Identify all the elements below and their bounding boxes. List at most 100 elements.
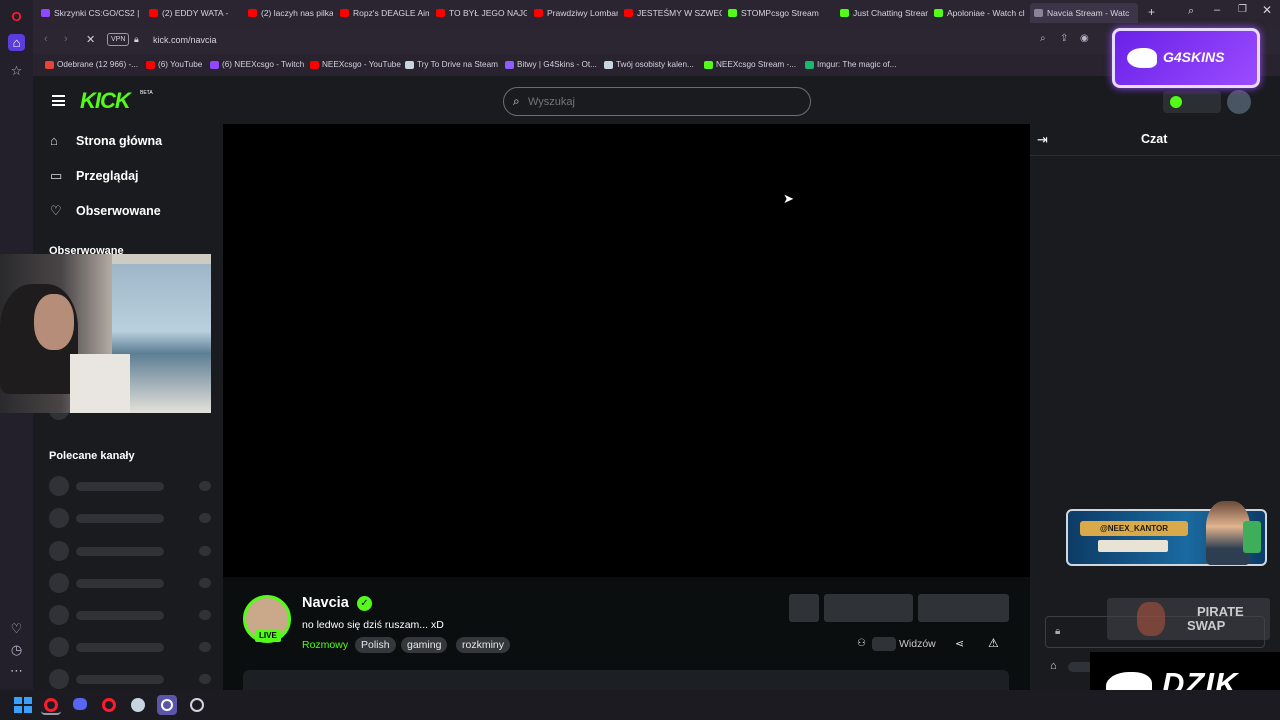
minimize-icon[interactable]: – (1214, 4, 1220, 16)
collapse-chat-icon[interactable]: ⇥ (1037, 132, 1048, 148)
tab[interactable]: (2) laczyh nas pilka - Y (244, 3, 333, 23)
zoom-icon[interactable]: ⌕ (1040, 33, 1046, 44)
wallet-pill[interactable] (1163, 91, 1221, 113)
tab[interactable]: Ropz's DEAGLE Aim in (336, 3, 429, 23)
new-tab-icon[interactable]: + (1148, 5, 1155, 19)
share-icon[interactable]: ⇪ (1060, 33, 1068, 44)
cash-icon (1243, 521, 1261, 553)
opera-taskbar-icon[interactable] (99, 695, 119, 715)
bed (70, 354, 130, 413)
nav-home[interactable]: ⌂ Strona główna (50, 133, 162, 148)
tab-label: Apoloniae - Watch cli (947, 8, 1025, 18)
tab-label: Just Chatting Stream (853, 8, 928, 18)
search-tabs-icon[interactable]: ⌕ (1188, 5, 1194, 18)
list-item[interactable] (49, 541, 211, 561)
tab[interactable]: Skrzynki CS:GO/CS2 | (37, 3, 145, 23)
more-icon[interactable]: ⋯ (8, 662, 25, 679)
tab[interactable]: STOMPcsgo Stream - (724, 3, 821, 23)
url-field[interactable]: kick.com/navcia (153, 35, 217, 45)
bookmark-favicon-icon (45, 61, 54, 69)
bookmark-favicon-icon (704, 61, 713, 69)
bookmark-favicon-icon (405, 61, 414, 69)
steam-taskbar-icon[interactable] (128, 695, 148, 715)
avatar[interactable] (1227, 90, 1251, 114)
camera-icon[interactable]: ◉ (1080, 33, 1089, 44)
forward-icon[interactable]: › (64, 33, 68, 45)
tab[interactable]: (2) EDDY WATA - (145, 3, 242, 23)
menu-icon[interactable] (52, 95, 65, 106)
bookmark-item[interactable]: Try To Drive na Steam (405, 60, 498, 69)
bookmark-item[interactable]: Odebrane (12 966) -... (45, 60, 138, 69)
opera-logo-icon[interactable]: O (8, 8, 25, 25)
home-icon: ⌂ (50, 133, 58, 148)
bookmark-item[interactable]: (6) YouTube (146, 60, 202, 69)
close-icon[interactable]: ✕ (1262, 3, 1272, 17)
maximize-icon[interactable]: ❐ (1238, 4, 1247, 15)
bookmark-label: (6) YouTube (158, 60, 203, 69)
recommended-heading: Polecane kanały (49, 450, 135, 462)
share-icon[interactable]: ⋖ (955, 637, 964, 650)
tab[interactable]: Prawdziwy Lombard - (530, 3, 618, 23)
video-player[interactable] (223, 124, 1030, 577)
tab[interactable]: Navcia Stream - Watc (1030, 3, 1138, 23)
discord-taskbar-icon[interactable] (70, 695, 90, 715)
skeleton-button[interactable] (789, 594, 819, 622)
bookmark-item[interactable]: Imgur: The magic of... (805, 60, 896, 69)
bookmark-item[interactable]: (6) NEEXcsgo - Twitch (210, 60, 304, 69)
bookmark-item[interactable]: NEEXcsgo Stream -... (704, 60, 796, 69)
search-input[interactable] (528, 93, 798, 110)
store-icon[interactable]: ⌂ (1050, 660, 1057, 672)
tab[interactable]: Apoloniae - Watch cli (930, 3, 1025, 23)
report-icon[interactable]: ⚠ (988, 636, 999, 650)
nav-following[interactable]: ♡ Obserwowane (50, 203, 161, 218)
tag-polish[interactable]: Polish (355, 637, 396, 653)
app-taskbar-icon[interactable] (187, 695, 207, 715)
bookmark-favicon-icon (146, 61, 155, 69)
list-item[interactable] (49, 508, 211, 528)
tab[interactable]: JESTEŚMY W SZWECJ (620, 3, 722, 23)
ea-taskbar-icon[interactable] (157, 695, 177, 715)
tab[interactable]: TO BYŁ JEGO NAJGOR (432, 3, 527, 23)
vpn-badge[interactable]: VPN (107, 33, 130, 46)
bookmark-label: Twój osobisty kalen... (616, 60, 694, 69)
windows-start-icon[interactable] (12, 695, 32, 715)
home-icon[interactable]: ⌂ (8, 34, 25, 51)
history-icon[interactable]: ◷ (8, 641, 25, 658)
tab[interactable]: Just Chatting Stream (836, 3, 928, 23)
tag-gaming[interactable]: gaming (401, 637, 448, 653)
bookmark-item[interactable]: Twój osobisty kalen... (604, 60, 694, 69)
live-badge: LIVE (255, 630, 281, 642)
bookmark-item[interactable]: Bitwy | G4Skins - Ot... (505, 60, 597, 69)
opera-gx-taskbar-icon[interactable] (41, 695, 61, 715)
list-item[interactable] (49, 669, 211, 689)
tab-favicon-icon (41, 9, 50, 17)
tag-rozkminy[interactable]: rozkminy (456, 637, 511, 653)
nav-browse[interactable]: ▭ Przeglądaj (50, 168, 139, 183)
star-icon[interactable]: ☆ (8, 62, 25, 79)
webcam-overlay (0, 254, 211, 413)
list-item[interactable] (49, 637, 211, 657)
search-box[interactable]: ⌕ (503, 87, 811, 116)
kick-logo[interactable]: KICK (80, 88, 131, 114)
streamer-face (34, 294, 74, 350)
list-item[interactable] (49, 573, 211, 593)
streamer-name[interactable]: Navcia (302, 595, 349, 611)
skeleton-button[interactable] (824, 594, 913, 622)
list-item[interactable] (49, 605, 211, 625)
tab-label: Ropz's DEAGLE Aim in (353, 8, 429, 18)
pirateswap-top: PIRATE (1197, 604, 1244, 619)
nav-following-label: Obserwowane (76, 204, 161, 218)
kick-coin-icon (1170, 96, 1182, 108)
pirateswap-overlay: PIRATE SWAP (1107, 598, 1270, 640)
chat-divider (1030, 155, 1280, 156)
back-icon[interactable]: ‹ (44, 33, 48, 45)
list-item[interactable] (49, 476, 211, 496)
category-link[interactable]: Rozmowy (302, 639, 348, 651)
tab-label: TO BYŁ JEGO NAJGOR (449, 8, 527, 18)
bookmark-item[interactable]: NEEXcsgo - YouTube (310, 60, 401, 69)
heart-icon[interactable]: ♡ (8, 620, 25, 637)
skeleton-button[interactable] (918, 594, 1009, 622)
bookmark-favicon-icon (210, 61, 219, 69)
stop-loading-icon[interactable]: ✕ (86, 33, 95, 46)
address-bar (33, 26, 1280, 54)
